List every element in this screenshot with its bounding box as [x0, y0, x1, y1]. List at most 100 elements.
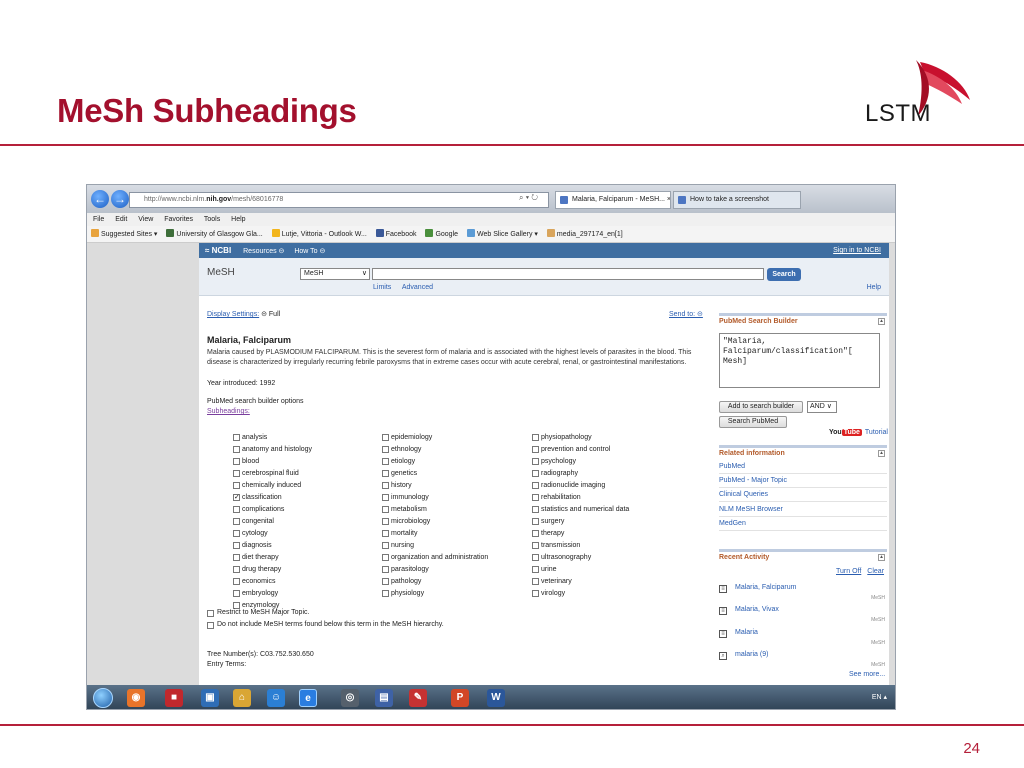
subheading-checkbox[interactable]: nursing	[382, 540, 488, 552]
recent-activity-item[interactable]: ≡ Malaria, Vivax MeSH	[719, 605, 887, 627]
checkbox[interactable]	[207, 610, 214, 617]
checkbox[interactable]	[382, 482, 389, 489]
menu-file[interactable]: File	[93, 216, 104, 223]
checkbox[interactable]	[233, 530, 240, 537]
system-tray[interactable]: EN ▴	[872, 693, 887, 701]
clock-icon[interactable]: ◎	[341, 689, 359, 707]
subheading-checkbox[interactable]: chemically induced	[233, 480, 312, 492]
checkbox[interactable]	[382, 506, 389, 513]
powerpoint-icon[interactable]: P	[451, 689, 469, 707]
database-select[interactable]: MeSH ∨	[300, 268, 370, 280]
subheading-checkbox[interactable]: metabolism	[382, 504, 488, 516]
help-link[interactable]: Help	[867, 284, 881, 291]
checkbox[interactable]	[532, 554, 539, 561]
subheading-checkbox[interactable]: genetics	[382, 468, 488, 480]
menu-edit[interactable]: Edit	[115, 216, 127, 223]
checkbox[interactable]	[233, 590, 240, 597]
resources-menu[interactable]: Resources ⊝	[243, 248, 284, 255]
checkbox[interactable]	[233, 554, 240, 561]
subheading-checkbox[interactable]: surgery	[532, 516, 629, 528]
search-builder-textarea[interactable]: "Malaria, Falciparum/classification"[ Me…	[719, 333, 880, 388]
checkbox[interactable]	[382, 530, 389, 537]
clear-link[interactable]: Clear	[867, 568, 884, 575]
recent-activity-item[interactable]: ≡ Malaria MeSH	[719, 628, 887, 650]
howto-menu[interactable]: How To ⊝	[294, 248, 325, 255]
firefox-icon[interactable]: ◉	[127, 689, 145, 707]
checkbox[interactable]	[233, 506, 240, 513]
menu-tools[interactable]: Tools	[204, 216, 220, 223]
favorite-google[interactable]: Google	[425, 226, 458, 242]
checkbox[interactable]	[532, 542, 539, 549]
acrobat-icon[interactable]: ■	[165, 689, 183, 707]
checkbox[interactable]	[532, 530, 539, 537]
subheading-checkbox[interactable]: complications	[233, 504, 312, 516]
display-settings-value[interactable]: ⊝ Full	[261, 311, 280, 318]
subheading-checkbox[interactable]: diet therapy	[233, 552, 312, 564]
subheading-checkbox[interactable]: embryology	[233, 588, 312, 600]
subheading-checkbox[interactable]: drug therapy	[233, 564, 312, 576]
subheading-checkbox[interactable]: prevention and control	[532, 444, 629, 456]
subheading-checkbox[interactable]: rehabilitation	[532, 492, 629, 504]
favorite-glasgow[interactable]: University of Glasgow Gla...	[166, 226, 263, 242]
favorite-web-slice[interactable]: Web Slice Gallery ▾	[466, 226, 538, 242]
checkbox[interactable]	[382, 590, 389, 597]
subheading-checkbox[interactable]: organization and administration	[382, 552, 488, 564]
subheading-checkbox[interactable]: statistics and numerical data	[532, 504, 629, 516]
favorite-facebook[interactable]: Facebook	[375, 226, 417, 242]
address-search-icon[interactable]: ⌕ ▾ ↻	[519, 193, 538, 203]
subheading-checkbox[interactable]: radiography	[532, 468, 629, 480]
subheading-checkbox[interactable]: psychology	[532, 456, 629, 468]
search-input[interactable]	[372, 268, 764, 280]
back-arrow-icon[interactable]: ←	[91, 190, 109, 208]
subheading-checkbox[interactable]: pathology	[382, 576, 488, 588]
checkbox[interactable]	[233, 602, 240, 609]
search-button[interactable]: Search	[767, 268, 801, 281]
checkbox[interactable]	[532, 446, 539, 453]
related-link-mesh-browser[interactable]: NLM MeSH Browser	[719, 503, 887, 517]
subheading-checkbox[interactable]: diagnosis	[233, 540, 312, 552]
media-player-icon[interactable]: ▣	[201, 689, 219, 707]
subheading-checkbox[interactable]: radionuclide imaging	[532, 480, 629, 492]
checkbox[interactable]	[532, 590, 539, 597]
favorite-suggested-sites[interactable]: Suggested Sites ▾	[91, 226, 157, 242]
address-bar[interactable]: http://www.ncbi.nlm.nih.gov/mesh/6801677…	[129, 192, 549, 208]
subheading-checkbox[interactable]: therapy	[532, 528, 629, 540]
checkbox[interactable]	[382, 434, 389, 441]
subheading-checkbox[interactable]: ultrasonography	[532, 552, 629, 564]
subheading-checkbox[interactable]: microbiology	[382, 516, 488, 528]
tab-screenshot[interactable]: How to take a screenshot	[673, 191, 801, 209]
favorite-media[interactable]: media_297174_en[1]	[546, 226, 623, 242]
checkbox[interactable]	[233, 446, 240, 453]
subheading-checkbox[interactable]: transmission	[532, 540, 629, 552]
subheading-checkbox[interactable]: etiology	[382, 456, 488, 468]
subheading-checkbox[interactable]: blood	[233, 456, 312, 468]
checkbox[interactable]	[382, 470, 389, 477]
restrict-major-topic-option[interactable]: Restrict to MeSH Major Topic.	[207, 609, 309, 617]
checkbox[interactable]	[382, 458, 389, 465]
boolean-operator-select[interactable]: AND ∨	[807, 401, 837, 413]
subheading-checkbox[interactable]: veterinary	[532, 576, 629, 588]
subheading-checkbox-classification[interactable]: ✓ classification	[233, 492, 312, 504]
checkbox-checked[interactable]: ✓	[233, 494, 240, 501]
checkbox[interactable]	[233, 578, 240, 585]
subheading-checkbox[interactable]: epidemiology	[382, 432, 488, 444]
recent-activity-item[interactable]: ≡ Malaria, Falciparum MeSH	[719, 583, 887, 605]
collapse-icon[interactable]: ▴	[878, 554, 885, 561]
checkbox[interactable]	[233, 458, 240, 465]
youtube-tutorial-link[interactable]: You Tube Tutorial	[829, 429, 888, 436]
subheading-checkbox[interactable]: mortality	[382, 528, 488, 540]
checkbox[interactable]	[532, 518, 539, 525]
menu-favorites[interactable]: Favorites	[164, 216, 193, 223]
subheading-checkbox[interactable]: analysis	[233, 432, 312, 444]
checkbox[interactable]	[532, 578, 539, 585]
start-button-icon[interactable]	[93, 688, 113, 708]
subheading-checkbox[interactable]: physiopathology	[532, 432, 629, 444]
tab-malaria[interactable]: Malaria, Falciparum - MeSH... ×	[555, 191, 671, 209]
snipping-tool-icon[interactable]: ✎	[409, 689, 427, 707]
ncbi-logo[interactable]: ≈ NCBI	[205, 246, 231, 255]
collapse-icon[interactable]: ▴	[878, 318, 885, 325]
subheading-checkbox[interactable]: virology	[532, 588, 629, 600]
checkbox[interactable]	[532, 458, 539, 465]
subheading-checkbox[interactable]: parasitology	[382, 564, 488, 576]
checkbox[interactable]	[233, 518, 240, 525]
